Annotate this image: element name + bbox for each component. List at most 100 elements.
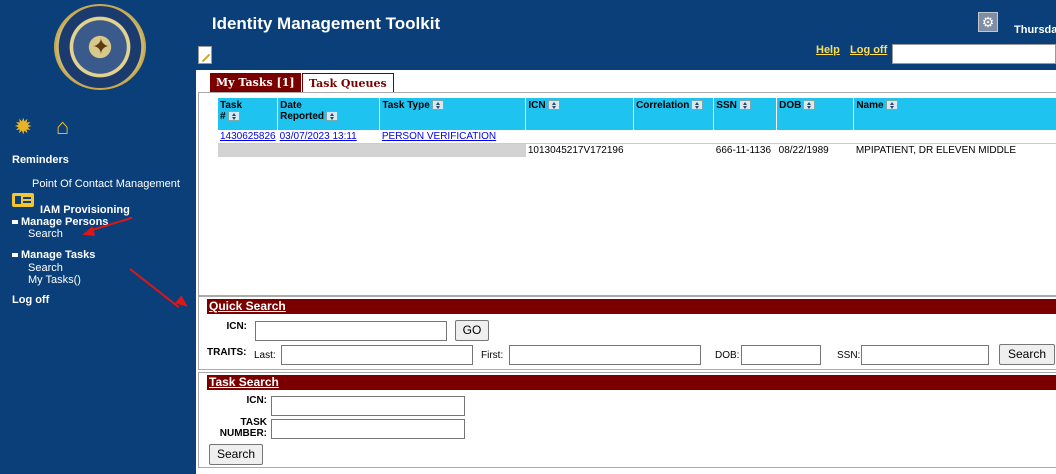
table-header-row: Task # Date Reported Task Type ICN Correla…: [218, 98, 1056, 130]
ts-task-label-1: TASK: [240, 417, 267, 428]
col-name[interactable]: Name: [853, 98, 1056, 130]
cell-date-reported[interactable]: 03/07/2023 13:11: [278, 130, 380, 144]
logoff-link[interactable]: Log off: [850, 44, 887, 56]
qs-icn-label: ICN:: [226, 321, 247, 332]
col-task-type[interactable]: Task Type: [379, 98, 527, 130]
ts-task-label-2: NUMBER:: [219, 428, 267, 439]
detail-spacer: [218, 143, 526, 157]
eagle-emblem-icon: ✦: [91, 34, 111, 59]
task-number-input[interactable]: [271, 419, 465, 439]
col-label: DOB: [779, 100, 802, 111]
col-task-number[interactable]: Task #: [218, 98, 279, 130]
traits-label: TRAITS:: [207, 347, 247, 358]
dob-label: DOB:: [715, 350, 740, 361]
cell-ssn: 666-11-1136: [713, 143, 777, 157]
app-title: Identity Management Toolkit: [211, 14, 441, 33]
sidebar-manage-persons[interactable]: Manage Persons: [12, 216, 108, 228]
quick-search-section: Quick Search ICN: GO TRAITS: Last: First…: [198, 296, 1056, 370]
go-button[interactable]: GO: [455, 320, 489, 341]
manage-persons-label: Manage Persons: [21, 216, 109, 228]
ts-icn-input[interactable]: [271, 396, 465, 416]
task-number-link[interactable]: 1430625826: [220, 131, 276, 142]
sidebar-my-tasks[interactable]: My Tasks(): [28, 274, 81, 286]
header-bar: Identity Management Toolkit ⚙ Thursda He…: [196, 0, 1056, 70]
cell-task-number[interactable]: 1430625826: [218, 130, 278, 144]
sidebar-item-iam[interactable]: IAM Provisioning: [40, 204, 130, 216]
tab-my-tasks[interactable]: My Tasks [1]: [210, 73, 301, 92]
col-date-reported[interactable]: Date Reported: [277, 98, 381, 130]
sidebar-logoff[interactable]: Log off: [12, 294, 49, 306]
sidebar-manage-tasks[interactable]: Manage Tasks: [12, 249, 95, 261]
quick-search-title: Quick Search: [207, 299, 1056, 314]
cell-correlation: [633, 143, 714, 157]
ssn-label: SSN:: [837, 350, 861, 361]
task-table-panel: Task # Date Reported Task Type ICN Correla…: [198, 92, 1056, 296]
task-type-link[interactable]: PERSON VERIFICATION: [382, 131, 496, 142]
notepad-icon[interactable]: [198, 46, 212, 64]
help-link[interactable]: Help: [816, 44, 840, 56]
col-label: Task: [220, 100, 243, 111]
ssn-input[interactable]: [861, 345, 989, 365]
date-text: Thursda: [1014, 24, 1056, 36]
sort-icon[interactable]: [803, 100, 816, 111]
settings-gear-icon[interactable]: ⚙: [978, 12, 998, 32]
first-name-input[interactable]: [509, 345, 701, 365]
cell-task-type[interactable]: PERSON VERIFICATION: [380, 130, 526, 144]
annotation-arrowhead-1: [80, 226, 96, 240]
tab-bar: My Tasks [1] Task Queues: [196, 70, 1056, 92]
col-correlation[interactable]: Correlation: [633, 98, 715, 130]
col-label: Date: [280, 100, 302, 111]
col-icn[interactable]: ICN: [525, 98, 635, 130]
manage-tasks-label: Manage Tasks: [21, 249, 96, 261]
col-label: SSN: [716, 100, 737, 111]
col-label: #: [220, 111, 226, 122]
col-label: Task Type: [382, 100, 430, 111]
col-label: Name: [856, 100, 884, 111]
collapse-icon[interactable]: [12, 253, 18, 258]
col-label: Correlation: [636, 100, 690, 111]
sort-icon[interactable]: [326, 111, 339, 122]
table-detail-row: 1013045217V172196 666-11-1136 08/22/1989…: [218, 143, 1056, 157]
sidebar-item-poc[interactable]: Point Of Contact Management: [32, 178, 180, 190]
task-search-title: Task Search: [207, 375, 1056, 390]
qs-icn-input[interactable]: [255, 321, 447, 341]
sidebar: ✦ ✹ ⌂ Reminders Point Of Contact Managem…: [0, 0, 196, 474]
annotation-arrow-2: [129, 268, 180, 308]
app-root: ✦ ✹ ⌂ Reminders Point Of Contact Managem…: [0, 0, 1056, 474]
gear-icon[interactable]: ✹: [14, 116, 32, 138]
quick-search-button[interactable]: Search: [999, 344, 1055, 365]
header-search-box[interactable]: [892, 44, 1056, 64]
home-icon[interactable]: ⌂: [56, 116, 69, 138]
col-label: ICN: [528, 100, 546, 111]
task-table: Task # Date Reported Task Type ICN Correla…: [218, 98, 1056, 157]
annotation-arrowhead-2: [175, 295, 191, 311]
cell-icn: 1013045217V172196: [525, 143, 634, 157]
table-row: 1430625826 03/07/2023 13:11 PERSON VERIF…: [218, 130, 1056, 144]
last-name-input[interactable]: [281, 345, 473, 365]
first-label: First:: [481, 350, 504, 361]
tab-task-queues[interactable]: Task Queues: [302, 73, 394, 92]
sort-icon[interactable]: [691, 100, 704, 111]
cell-name: MPIPATIENT, DR ELEVEN MIDDLE: [853, 143, 1056, 157]
task-search-button[interactable]: Search: [209, 444, 263, 465]
ts-icn-label: ICN:: [246, 395, 267, 406]
collapse-icon[interactable]: [12, 220, 18, 225]
id-card-icon: [12, 193, 34, 207]
col-dob[interactable]: DOB: [776, 98, 855, 130]
date-reported-link[interactable]: 03/07/2023 13:11: [280, 131, 357, 142]
dob-input[interactable]: [741, 345, 821, 365]
task-search-section: Task Search ICN: TASK NUMBER: Search: [198, 372, 1056, 468]
sidebar-tasks-search[interactable]: Search: [28, 262, 63, 274]
va-seal-logo: ✦: [54, 4, 146, 90]
col-label: Reported: [280, 111, 325, 122]
col-ssn[interactable]: SSN: [713, 98, 778, 130]
sort-icon[interactable]: [547, 100, 560, 111]
sort-icon[interactable]: [227, 111, 240, 122]
sidebar-reminders[interactable]: Reminders: [12, 154, 69, 166]
sort-icon[interactable]: [885, 100, 898, 111]
sort-icon[interactable]: [431, 100, 444, 111]
sidebar-persons-search[interactable]: Search: [28, 228, 63, 240]
sort-icon[interactable]: [738, 100, 751, 111]
cell-dob: 08/22/1989: [776, 143, 854, 157]
last-label: Last:: [254, 350, 276, 361]
